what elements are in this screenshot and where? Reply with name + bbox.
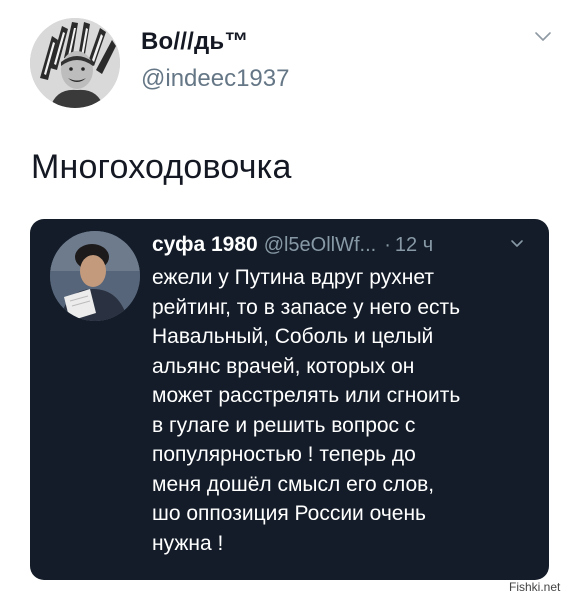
avatar-man-reading-paper bbox=[50, 231, 140, 321]
quoted-text-line: в гулаге и решить вопрос с bbox=[152, 413, 416, 437]
quoted-text-line: ежели у Путина вдруг рухнет bbox=[152, 266, 434, 289]
outer-tweet-text: Многоходовочка bbox=[31, 148, 292, 186]
outer-handle[interactable]: @indeec1937 bbox=[141, 65, 289, 93]
quoted-text-line: нужна ! bbox=[152, 531, 224, 555]
outer-display-name[interactable]: Во///дь™ bbox=[141, 28, 249, 56]
quoted-text-line: шо оппозиция России очень bbox=[152, 502, 426, 525]
quoted-text-line: рейтинг, то в запасе у него есть bbox=[152, 295, 461, 319]
quoted-text-line: альянс врачей, которых он bbox=[152, 354, 415, 378]
quoted-text-line: может расстрелять или сгноить bbox=[152, 384, 461, 407]
quoted-display-name[interactable]: суфа 1980 bbox=[152, 233, 258, 256]
header-separator: · bbox=[384, 234, 391, 256]
quoted-text-line: меня дошёл смысл его слов, bbox=[152, 472, 435, 496]
watermark: Fishki.net bbox=[509, 580, 561, 594]
avatar-headdress-portrait bbox=[30, 18, 120, 108]
outer-avatar[interactable] bbox=[30, 18, 120, 108]
quoted-tweet-text: ежели у Путина вдруг рухнет рейтинг, то … bbox=[152, 263, 542, 558]
quoted-timestamp[interactable]: 12 ч bbox=[395, 234, 433, 256]
quoted-avatar[interactable] bbox=[50, 231, 140, 321]
outer-tweet-header: Во///дь™ @indeec1937 bbox=[30, 18, 560, 108]
chevron-down-icon[interactable] bbox=[510, 239, 524, 249]
chevron-down-icon[interactable] bbox=[534, 30, 552, 44]
quoted-text-line: Навальный, Соболь и целый bbox=[152, 325, 434, 348]
quoted-tweet-header: суфа 1980 @l5eOllWf... · 12 ч bbox=[152, 231, 433, 259]
quoted-tweet-card[interactable]: суфа 1980 @l5eOllWf... · 12 ч ежели у Путин… bbox=[30, 219, 549, 580]
quoted-text-line: популярностью ! теперь до bbox=[152, 443, 416, 466]
quoted-handle[interactable]: @l5eOllWf... bbox=[264, 234, 377, 256]
